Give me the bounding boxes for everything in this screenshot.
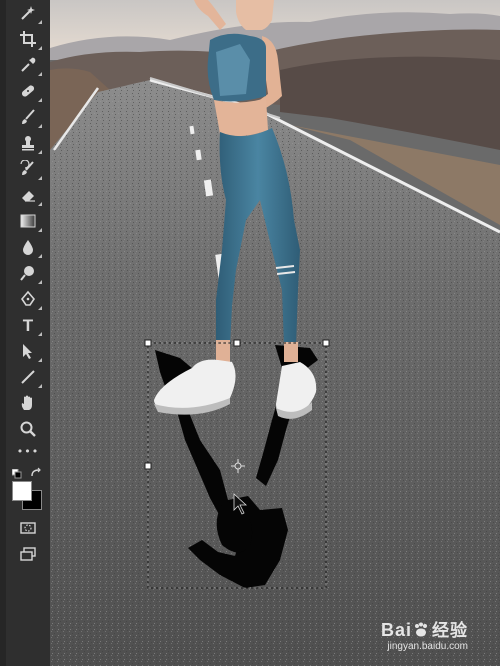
clone-stamp-icon[interactable]: [14, 132, 42, 154]
screen-mode-icon[interactable]: [14, 543, 42, 565]
eraser-icon[interactable]: [14, 184, 42, 206]
handle-middle-left: [144, 462, 152, 470]
handle-top-right: [322, 339, 330, 347]
healing-brush-icon[interactable]: [14, 80, 42, 102]
handle-top-left: [144, 339, 152, 347]
zoom-icon[interactable]: [14, 418, 42, 440]
panel-grip[interactable]: [0, 0, 6, 666]
brush-icon[interactable]: [14, 106, 42, 128]
more-tools-icon[interactable]: •••: [14, 440, 42, 462]
magic-wand-icon[interactable]: [14, 2, 42, 24]
more-tools-glyph: •••: [16, 444, 40, 458]
type-tool-glyph: T: [22, 315, 34, 335]
swap-colors-icon[interactable]: [30, 464, 42, 477]
pen-icon[interactable]: [14, 288, 42, 310]
gradient-icon[interactable]: [14, 210, 42, 232]
line-icon[interactable]: [14, 366, 42, 388]
tools-panel: T •••: [0, 0, 51, 666]
transform-bounding-box[interactable]: [50, 0, 500, 666]
dodge-icon[interactable]: [14, 262, 42, 284]
type-icon[interactable]: T: [14, 314, 42, 336]
watermark-brand: Bai 经验: [381, 616, 468, 641]
crop-icon[interactable]: [14, 28, 42, 50]
document-canvas[interactable]: Bai 经验 jingyan.baidu.com: [50, 0, 500, 666]
default-colors-icon[interactable]: [11, 464, 22, 479]
paw-icon: [412, 622, 430, 638]
handle-top-center: [233, 339, 241, 347]
history-brush-icon[interactable]: [14, 158, 42, 180]
blur-icon[interactable]: [14, 236, 42, 258]
watermark-brand-text: Bai: [380, 620, 412, 640]
quick-mask-icon[interactable]: [14, 517, 42, 539]
reference-point-icon: [231, 459, 245, 473]
cursor-icon: [233, 493, 248, 515]
hand-icon[interactable]: [14, 392, 42, 414]
watermark: Bai 经验 jingyan.baidu.com: [381, 616, 468, 652]
foreground-color-swatch[interactable]: [12, 481, 32, 501]
path-selection-icon[interactable]: [14, 340, 42, 362]
watermark-brand-cn: 经验: [432, 621, 468, 640]
watermark-url: jingyan.baidu.com: [387, 641, 468, 652]
eyedropper-icon[interactable]: [14, 54, 42, 76]
